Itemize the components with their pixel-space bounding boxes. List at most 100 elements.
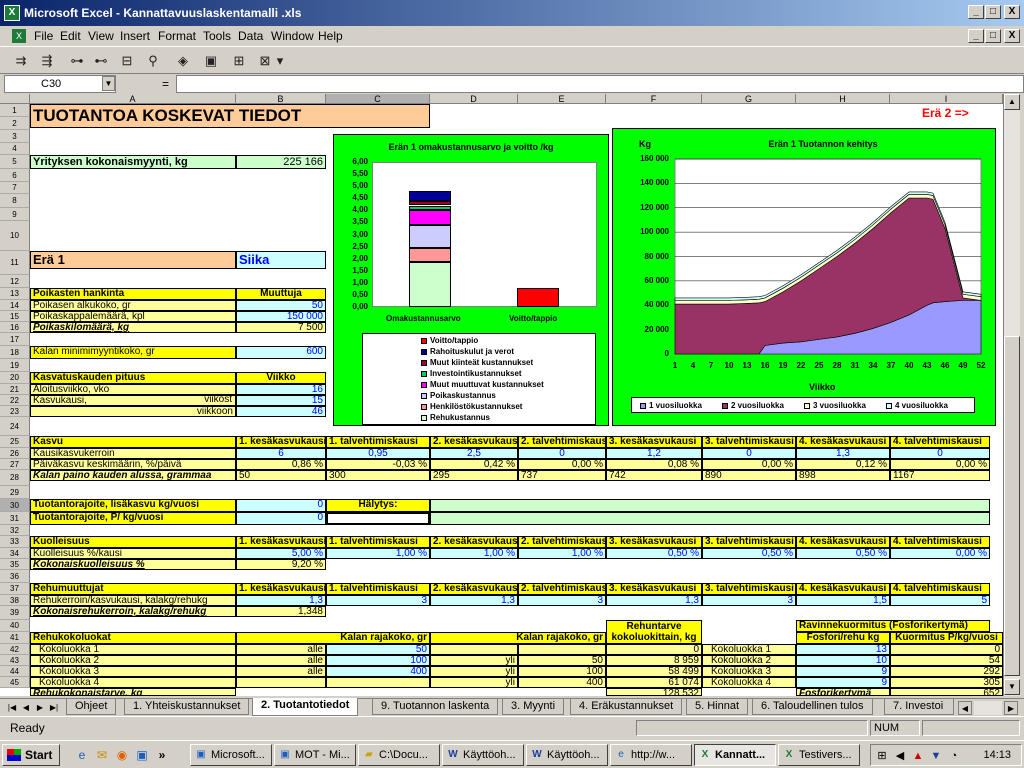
min-size-input[interactable]: 600 xyxy=(236,346,326,359)
row-header-32[interactable]: 32 xyxy=(0,525,30,536)
row-header-35[interactable]: 35 xyxy=(0,559,30,570)
paiva-cell-4[interactable]: 0,00 % xyxy=(518,459,606,470)
circle-invalid-data-icon[interactable]: ⊞ xyxy=(228,51,250,71)
tab-tuotantotiedot[interactable]: 2. Tuotantotiedot xyxy=(252,698,359,716)
new-comment-icon[interactable]: ▣ xyxy=(200,51,222,71)
muuttuja-header[interactable]: Muuttuja xyxy=(236,288,326,300)
row-header-2[interactable]: 2 xyxy=(0,117,30,130)
kuoll-cell-7[interactable]: 0,50 % xyxy=(796,548,890,559)
menu-window[interactable]: Window xyxy=(271,29,314,43)
task-kayttoohje-1[interactable]: W Käyttöoh... xyxy=(442,744,524,766)
kokoluokka-op1[interactable]: alle xyxy=(236,666,326,677)
outlook-icon[interactable]: ✉ xyxy=(94,747,110,763)
paiva-cell-5[interactable]: 0,08 % xyxy=(606,459,702,470)
quicklaunch-more-icon[interactable]: » xyxy=(154,747,170,763)
paino-cell-3[interactable]: 295 xyxy=(430,470,518,481)
kokoluokka-kuormitus[interactable]: 0 xyxy=(890,644,1003,655)
poikaset-header[interactable]: Poikasten hankinta xyxy=(30,288,236,300)
row-header-29[interactable]: 29 xyxy=(0,486,30,499)
alkukoko-input[interactable]: 50 xyxy=(236,300,326,311)
fosfori-total-label[interactable]: Fosforikertymä xyxy=(796,688,890,696)
rajoite1-label[interactable]: Tuotantorajoite, lisäkasvu kg/vuosi xyxy=(30,499,236,512)
menu-file[interactable]: File xyxy=(34,29,53,43)
paino-cell-2[interactable]: 300 xyxy=(326,470,430,481)
viikkoon-input[interactable]: 46 xyxy=(236,406,326,417)
rehukerroin-cell-1[interactable]: 1,3 xyxy=(236,595,326,606)
kok-kuoll-value[interactable]: 9,20 % xyxy=(236,559,326,570)
season-header-7[interactable]: 4. kesäkasvukausi xyxy=(796,436,890,448)
rehuntarve-header[interactable]: Rehuntarve kokoluokittain, kg xyxy=(606,620,702,644)
row-header-44[interactable]: 44 xyxy=(0,666,30,677)
rajakoko-header-1[interactable]: Kalan rajakoko, gr xyxy=(236,632,430,644)
kasvukausi-input[interactable]: 15 xyxy=(236,395,326,406)
rehu-season-header-8[interactable]: 4. talvehtimiskausi xyxy=(890,583,990,595)
kerroin-cell-3[interactable]: 2,5 xyxy=(430,448,518,459)
kpl-input[interactable]: 150 000 xyxy=(236,311,326,322)
kokoluokka-label-2[interactable]: Kokoluokka 1 xyxy=(702,644,796,655)
column-header-e[interactable]: E xyxy=(518,94,606,104)
kpl-label[interactable]: Poikaskappalemäärä, kpl xyxy=(30,311,236,322)
last-sheet-icon[interactable]: ▶| xyxy=(48,701,60,715)
rehukerroin-label[interactable]: Rehukerroin/kasvukausi, kalakg/rehukg xyxy=(30,595,236,606)
kokoluokka-op1[interactable]: alle xyxy=(236,644,326,655)
kokoluokka-fosfori[interactable]: 9 xyxy=(796,666,890,677)
kokoluokka-op1[interactable] xyxy=(236,677,326,688)
name-box-dropdown-icon[interactable]: ▼ xyxy=(102,76,115,91)
alkukoko-label[interactable]: Poikasen alkukoko, gr xyxy=(30,300,236,311)
kokoluokka-limit-1[interactable]: 100 xyxy=(326,655,430,666)
season-header-4[interactable]: 2. talvehtimiskausi xyxy=(518,436,606,448)
scroll-thumb[interactable] xyxy=(1004,336,1020,676)
menu-view[interactable]: View xyxy=(88,29,114,43)
column-header-f[interactable]: F xyxy=(606,94,702,104)
paiva-cell-3[interactable]: 0,42 % xyxy=(430,459,518,470)
kokoluokka-label-2[interactable]: Kokoluokka 3 xyxy=(702,666,796,677)
kerroin-cell-6[interactable]: 0 xyxy=(702,448,796,459)
row-header-6[interactable]: 6 xyxy=(0,169,30,182)
row-header-14[interactable]: 14 xyxy=(0,300,30,311)
tab-hinnat[interactable]: 5. Hinnat xyxy=(686,699,749,715)
row-header-22[interactable]: 22 xyxy=(0,395,30,406)
kokoluokka-op2[interactable]: yli xyxy=(430,677,518,688)
kokoluokka-rehuntarve[interactable]: 8 959 xyxy=(606,655,702,666)
kokoluokka-fosfori[interactable]: 9 xyxy=(796,677,890,688)
rehukerroin-cell-6[interactable]: 3 xyxy=(702,595,796,606)
kuormitus-header[interactable]: Kuormitus P/kg/vuosi xyxy=(890,632,1003,644)
rehukerroin-cell-2[interactable]: 3 xyxy=(326,595,430,606)
kerroin-cell-4[interactable]: 0 xyxy=(518,448,606,459)
tab-myynti[interactable]: 3. Myynti xyxy=(502,699,565,715)
row-header-34[interactable]: 34 xyxy=(0,548,30,559)
rehu-total-value[interactable]: 128 532 xyxy=(606,688,702,696)
toolbar-options-icon[interactable]: ▾ xyxy=(274,51,286,71)
row-header-27[interactable]: 27 xyxy=(0,459,30,470)
minimize-button[interactable]: _ xyxy=(968,5,984,19)
kokoluokka-label-2[interactable]: Kokoluokka 4 xyxy=(702,677,796,688)
column-header-h[interactable]: H xyxy=(796,94,890,104)
rajakoko-header-2[interactable]: Kalan rajakoko, gr xyxy=(430,632,606,644)
kokoluokka-label-2[interactable]: Kokoluokka 2 xyxy=(702,655,796,666)
menu-edit[interactable]: Edit xyxy=(60,29,81,43)
row-header-43[interactable]: 43 xyxy=(0,655,30,666)
paiva-cell-2[interactable]: -0,03 % xyxy=(326,459,430,470)
kokoluokka-label[interactable]: Kokoluokka 3 xyxy=(30,666,236,677)
row-header-20[interactable]: 20 xyxy=(0,372,30,384)
scroll-up-icon[interactable]: ▲ xyxy=(1004,94,1020,110)
hscroll-track[interactable] xyxy=(974,701,1002,715)
era-label[interactable]: Erä 1 xyxy=(30,251,236,269)
first-sheet-icon[interactable]: |◀ xyxy=(6,701,18,715)
remove-all-arrows-icon[interactable]: ⊟ xyxy=(116,51,138,71)
rehu-season-header-3[interactable]: 2. kesäkasvukausi xyxy=(430,583,518,595)
row-header-9[interactable]: 9 xyxy=(0,208,30,221)
halytys-value[interactable] xyxy=(430,499,990,512)
paino-cell-1[interactable]: 50 xyxy=(236,470,326,481)
kokoluokka-op2[interactable] xyxy=(430,644,518,655)
kuoll-season-header-1[interactable]: 1. kesäkasvukausi xyxy=(236,536,326,548)
column-header-c[interactable]: C xyxy=(326,94,430,104)
task-folder[interactable]: ▰ C:\Docu... xyxy=(358,744,440,766)
season-header-6[interactable]: 3. talvehtimiskausi xyxy=(702,436,796,448)
row-header-21[interactable]: 21 xyxy=(0,384,30,395)
vertical-scrollbar[interactable]: ▲ ▼ xyxy=(1003,94,1020,696)
row-header-3[interactable]: 3 xyxy=(0,130,30,143)
kokoluokka-op1[interactable]: alle xyxy=(236,655,326,666)
name-box[interactable]: C30 xyxy=(4,75,116,93)
tab-erakustannukset[interactable]: 4. Eräkustannukset xyxy=(570,699,683,715)
